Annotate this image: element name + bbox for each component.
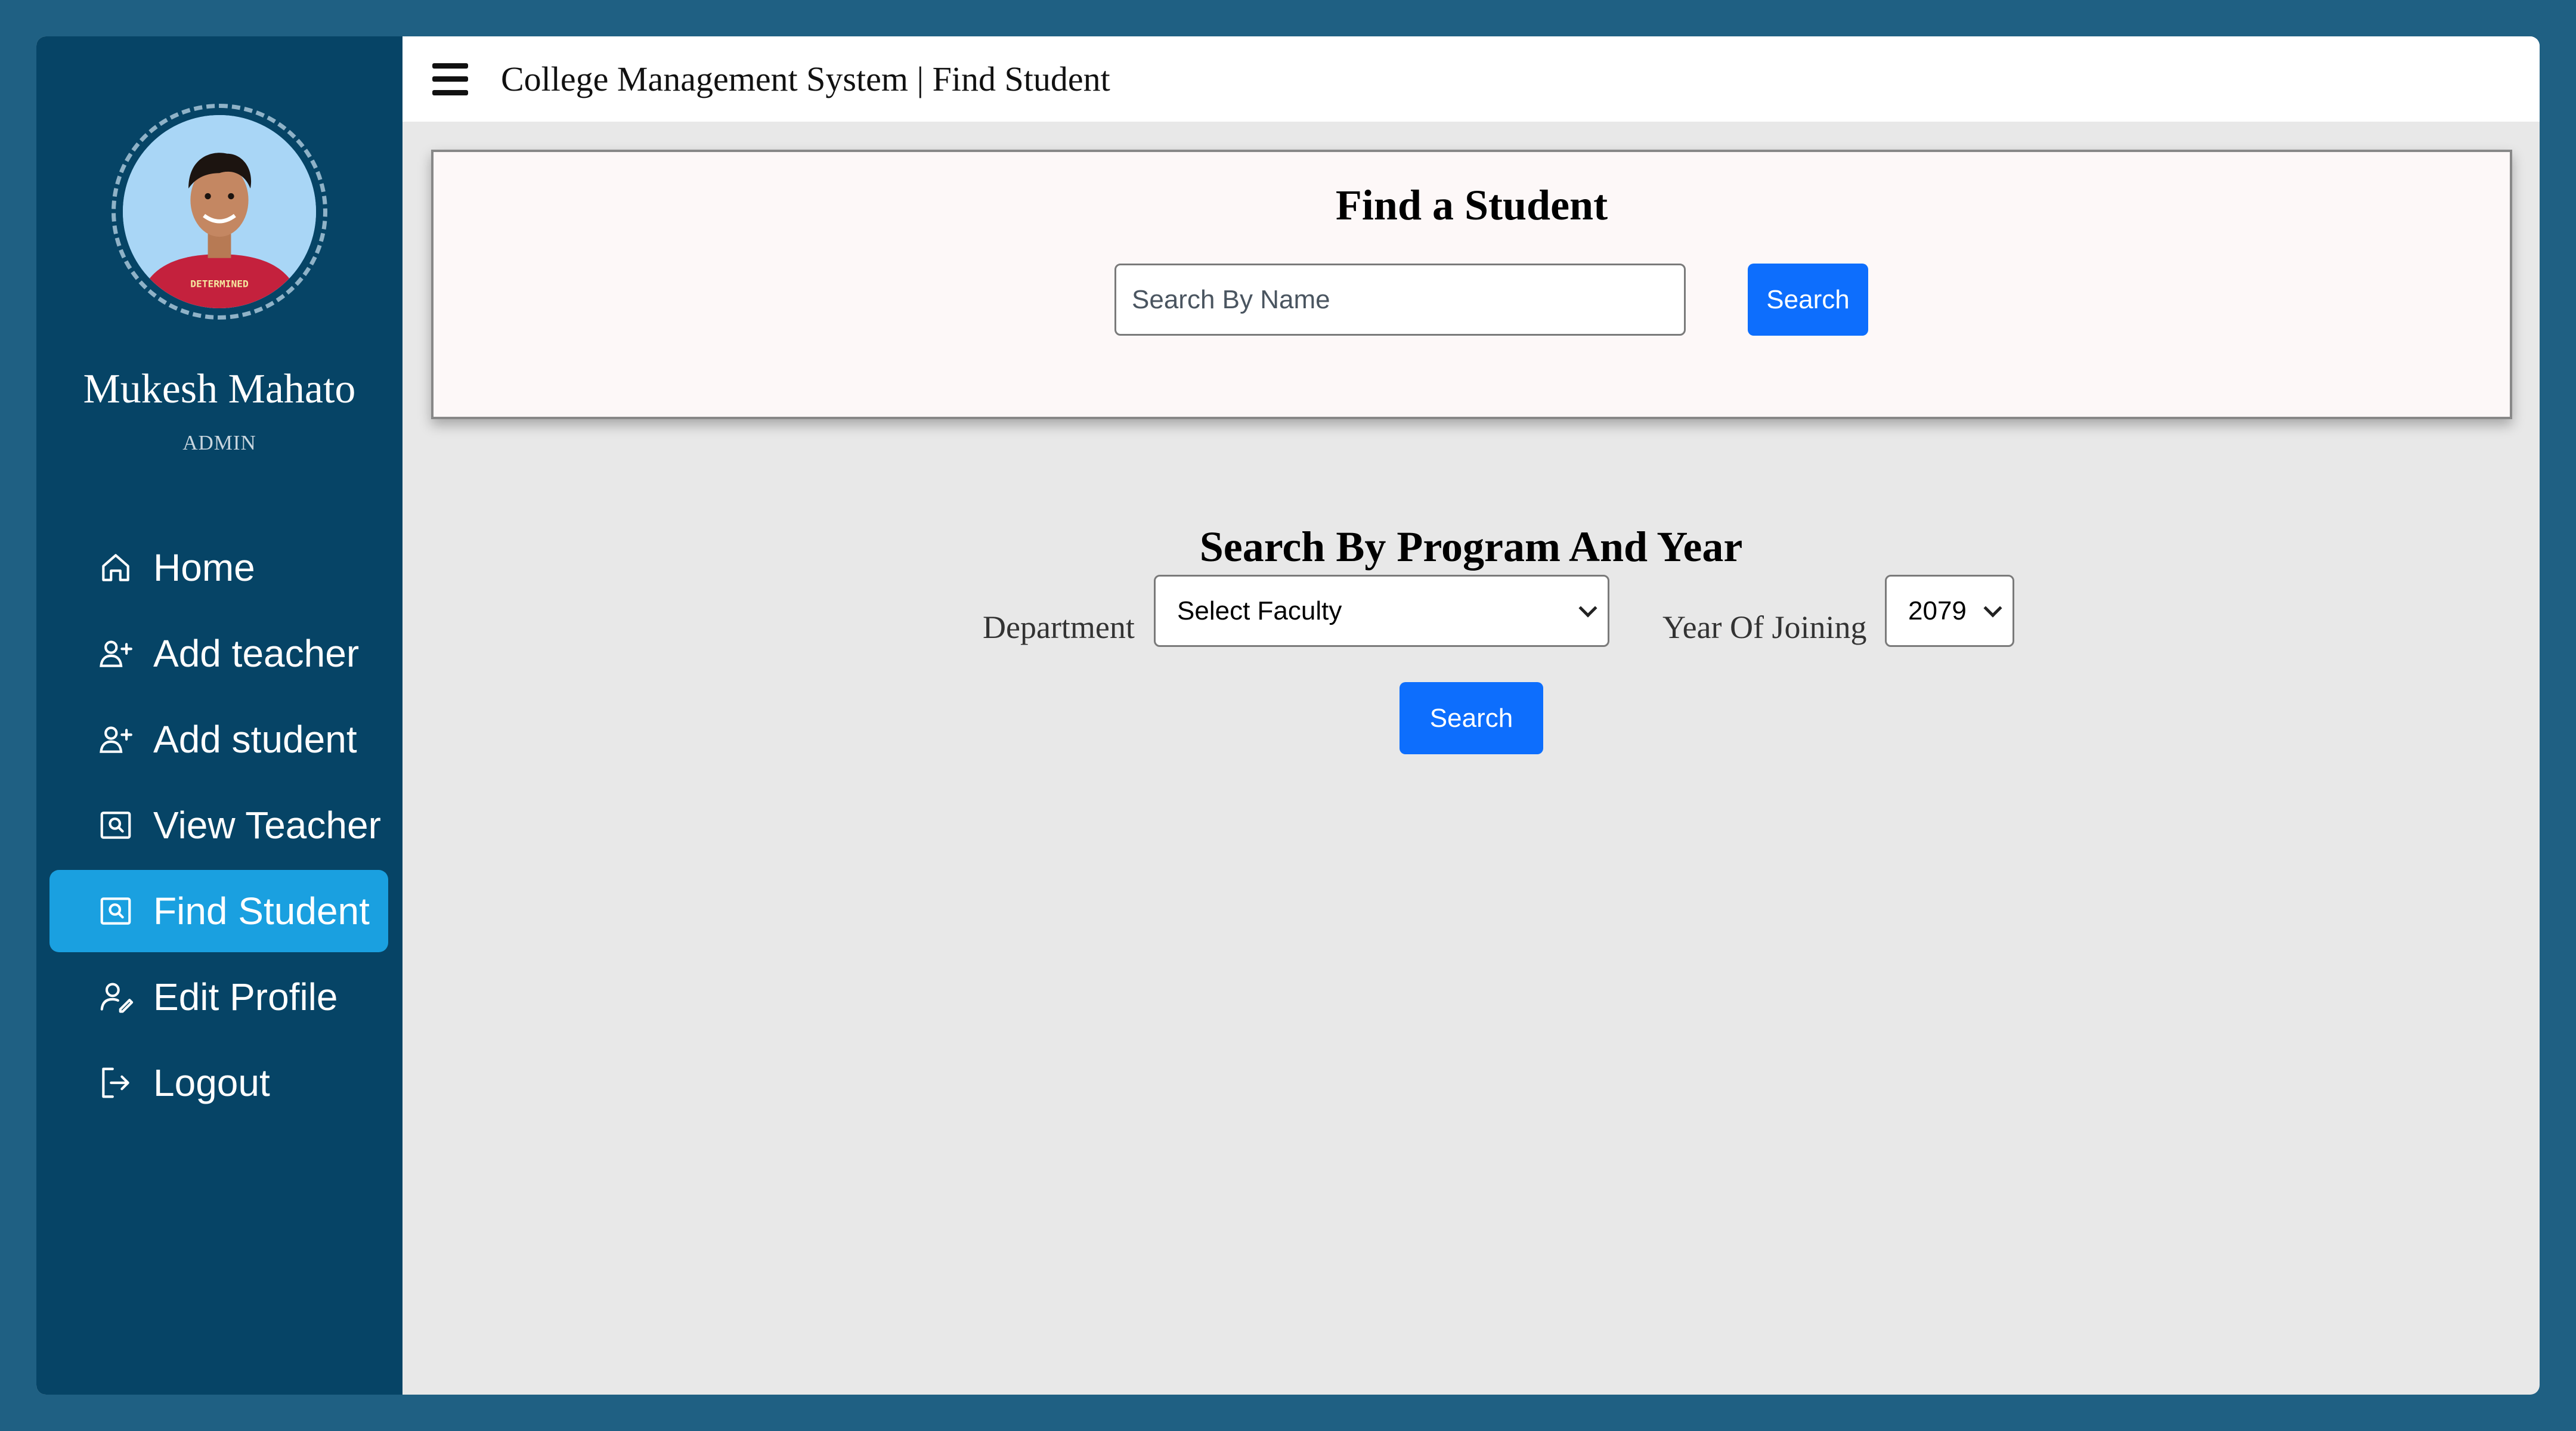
person-add-icon <box>96 720 135 759</box>
sidebar-item-label: Add teacher <box>153 632 360 675</box>
avatar-ring: DETERMINED <box>112 104 327 320</box>
search-by-name-input[interactable] <box>1114 264 1686 336</box>
department-select[interactable]: Select Faculty <box>1154 575 1609 647</box>
sidebar-item-label: Add student <box>153 718 357 761</box>
avatar[interactable]: DETERMINED <box>123 115 316 308</box>
sidebar-nav: Home Add teacher Add student View Teache… <box>49 526 388 1128</box>
year-of-joining-select[interactable]: 2079 <box>1885 575 2014 647</box>
program-search-heading: Search By Program And Year <box>1199 523 1743 571</box>
chevron-down-icon <box>1983 598 2002 618</box>
search-by-program-button[interactable]: Search <box>1400 682 1543 754</box>
sidebar-item-label: Find Student <box>153 890 370 933</box>
person-search-icon <box>96 891 135 931</box>
person-add-icon <box>96 634 135 673</box>
hamburger-menu-icon[interactable] <box>432 63 468 95</box>
chevron-down-icon <box>1578 598 1597 618</box>
sidebar-item-label: Edit Profile <box>153 975 338 1018</box>
department-selected-value: Select Faculty <box>1177 596 1342 625</box>
year-of-joining-label: Year Of Joining <box>1662 609 1867 645</box>
find-student-card: Find a Student Search <box>431 150 2512 419</box>
user-role: ADMIN <box>182 431 256 454</box>
svg-text:DETERMINED: DETERMINED <box>190 278 249 289</box>
person-edit-icon <box>96 977 135 1017</box>
search-by-name-button[interactable]: Search <box>1748 264 1868 336</box>
sidebar-item-label: Home <box>153 546 255 589</box>
sidebar-item-logout[interactable]: Logout <box>49 1042 388 1124</box>
home-icon <box>96 548 135 587</box>
sidebar-item-edit-profile[interactable]: Edit Profile <box>49 956 388 1038</box>
top-bar: College Management System | Find Student <box>402 36 2540 122</box>
sidebar-item-home[interactable]: Home <box>49 526 388 609</box>
sidebar-item-label: View Teacher <box>153 804 381 847</box>
sidebar-item-label: Logout <box>153 1061 270 1104</box>
sidebar-item-find-student[interactable]: Find Student <box>49 870 388 952</box>
sidebar-item-view-teacher[interactable]: View Teacher <box>49 784 388 866</box>
sidebar-item-add-student[interactable]: Add student <box>49 698 388 780</box>
logout-icon <box>96 1063 135 1102</box>
person-search-icon <box>96 806 135 845</box>
year-selected-value: 2079 <box>1908 596 1967 625</box>
sidebar-item-add-teacher[interactable]: Add teacher <box>49 612 388 695</box>
sidebar: DETERMINED Mukesh Mahato ADMIN Home Add … <box>36 36 402 1395</box>
app-window: DETERMINED Mukesh Mahato ADMIN Home Add … <box>36 36 2540 1395</box>
page-title: College Management System | Find Student <box>501 60 1110 98</box>
find-student-heading: Find a Student <box>1335 181 1608 229</box>
user-name: Mukesh Mahato <box>83 366 356 412</box>
department-label: Department <box>983 609 1135 645</box>
